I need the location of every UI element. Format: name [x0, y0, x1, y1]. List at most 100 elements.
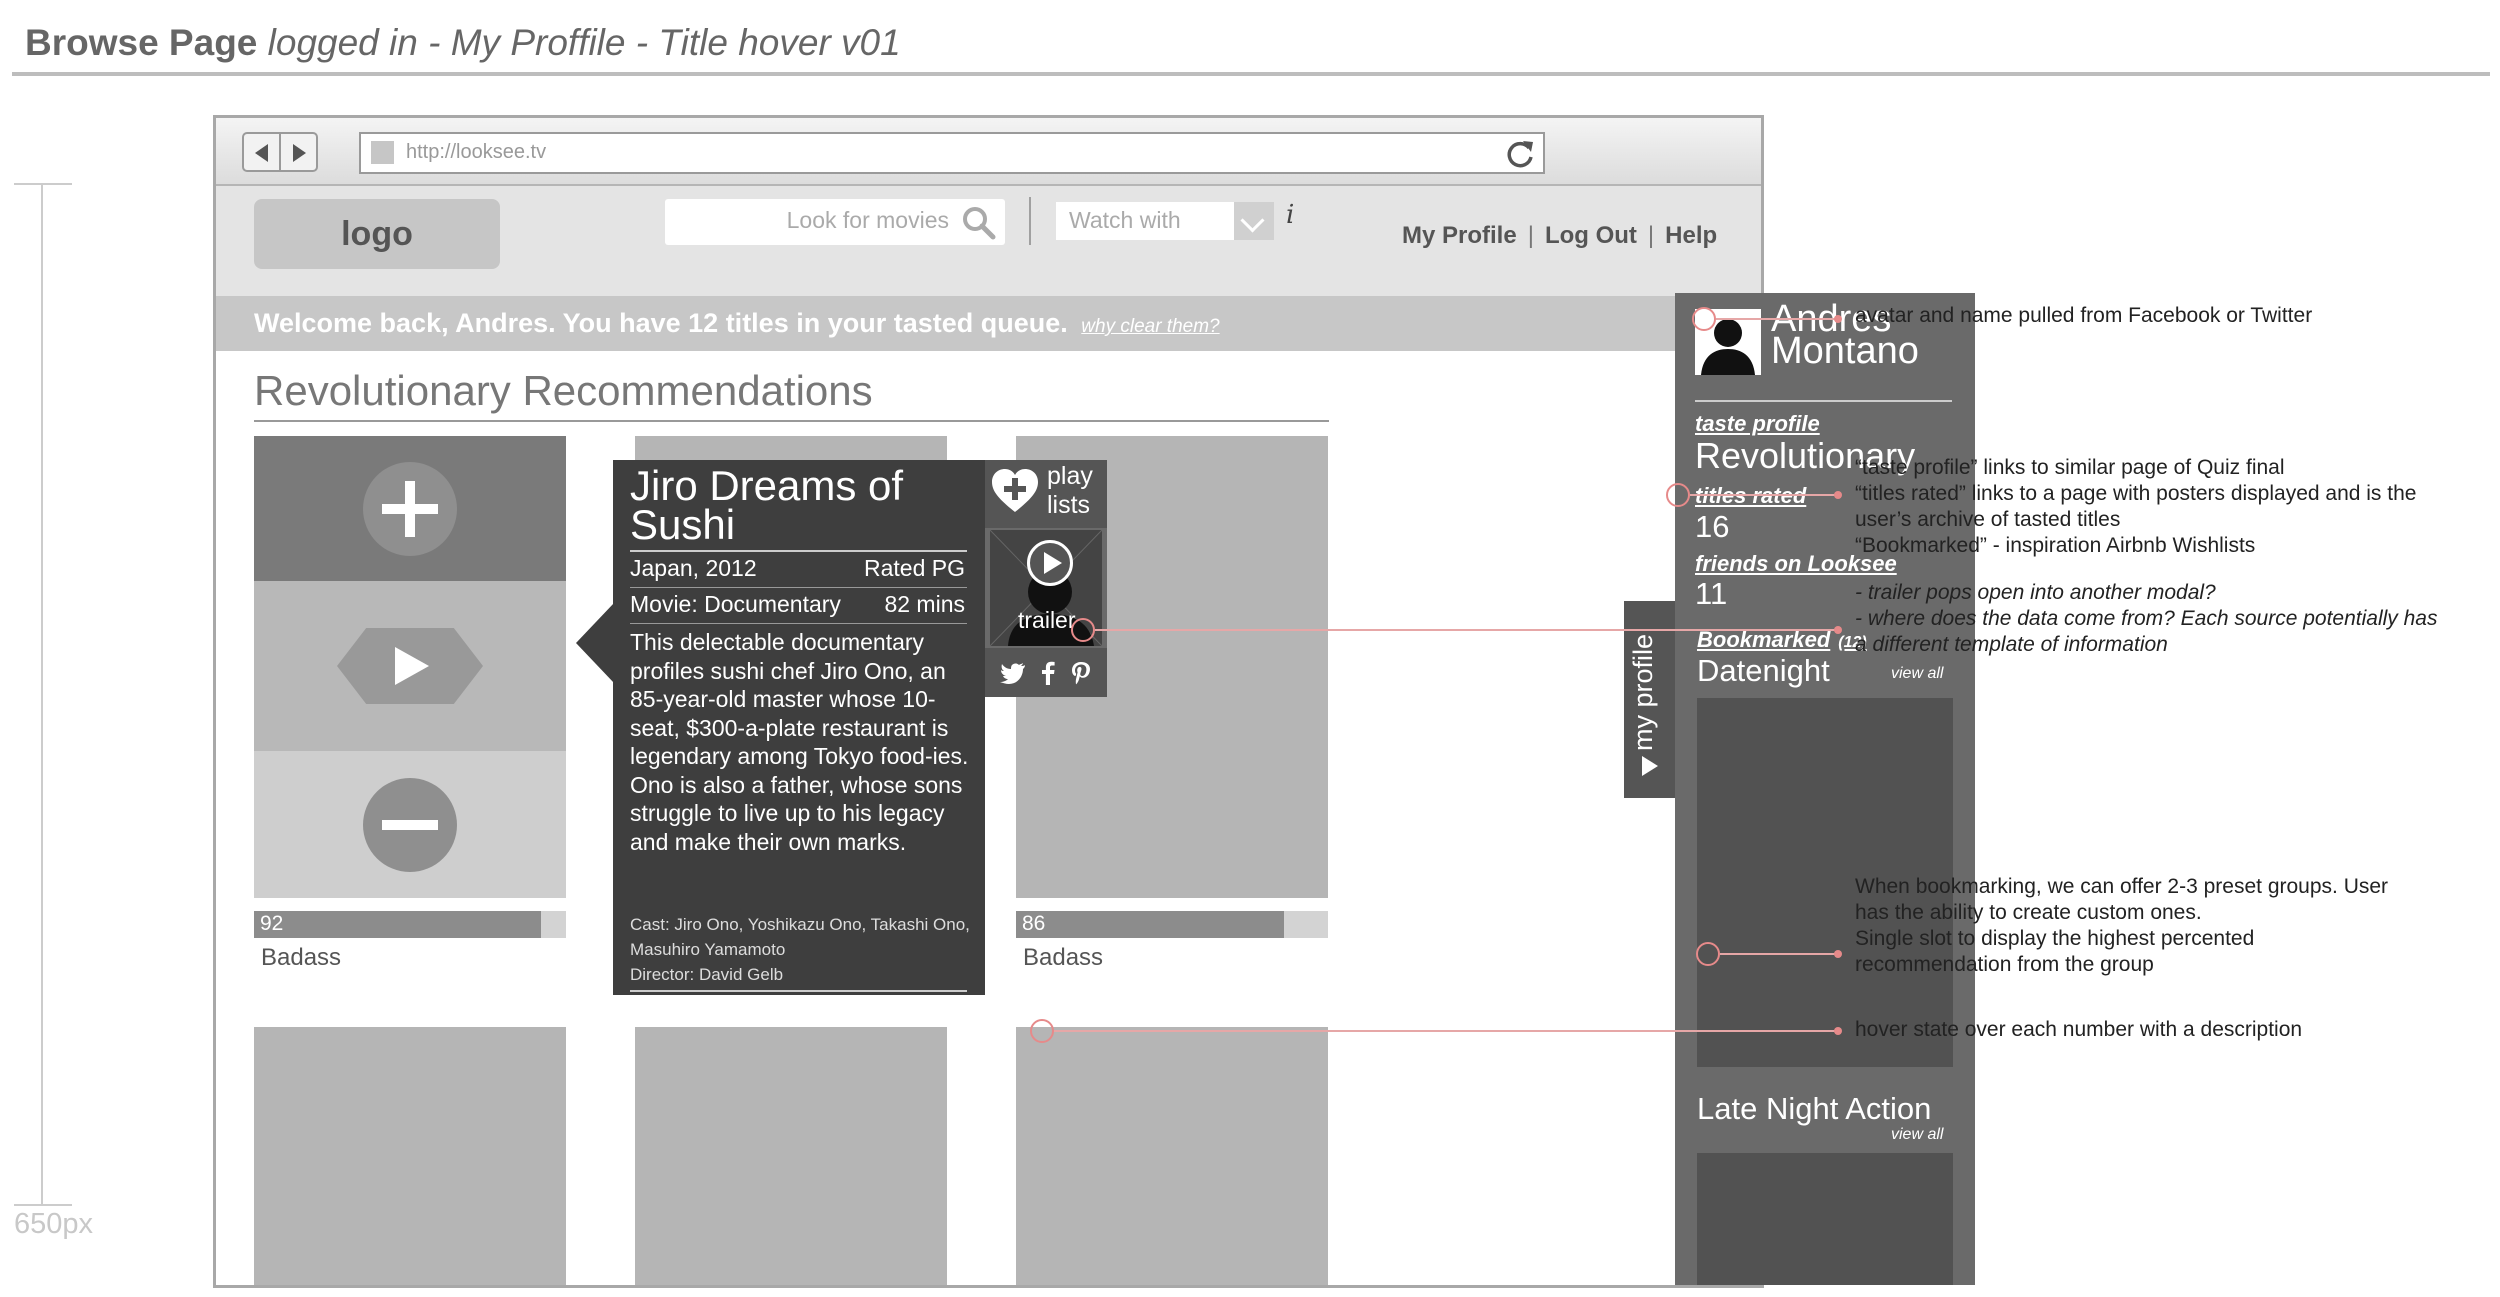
watch-with-label: Watch with [1069, 207, 1181, 233]
annotation-line [1054, 1030, 1836, 1032]
annotation-line-text: recommendation from the group [1855, 953, 2154, 976]
annotation-marker [1696, 942, 1720, 966]
search-input[interactable]: Look for movies [665, 199, 1005, 245]
popup-title[interactable]: Jiro Dreams of Sushi [630, 465, 930, 546]
bookmark-group-name[interactable]: Late Night Action [1697, 1091, 1931, 1127]
pinterest-icon[interactable] [1070, 661, 1092, 685]
annotation-line [1095, 629, 1836, 631]
my-profile-link[interactable]: My Profile [1402, 222, 1517, 250]
heart-plus-icon [992, 469, 1038, 512]
search-icon[interactable] [961, 205, 997, 241]
welcome-message: Welcome back, Andres. You have 12 titles… [254, 308, 1220, 339]
help-link[interactable]: Help [1665, 222, 1717, 250]
annotation-line [1690, 494, 1836, 496]
reload-icon[interactable] [1503, 138, 1537, 172]
view-all-link[interactable]: view all [1891, 665, 1943, 683]
watch-with-select[interactable]: Watch with [1056, 202, 1274, 240]
ruler-line [41, 183, 43, 1205]
search-placeholder: Look for movies [786, 207, 949, 233]
movie-card[interactable] [254, 436, 566, 898]
popup-description: This delectable documentary profiles sus… [630, 629, 969, 855]
popup-cast: Cast: Jiro Ono, Yoshikazu Ono, Takashi O… [630, 915, 970, 959]
play-icon [1027, 540, 1073, 586]
annotation-line-text: “taste profile” links to similar page of… [1855, 456, 2285, 479]
url-text: http://looksee.tv [406, 141, 547, 163]
score-fill [1016, 911, 1285, 938]
annotation-line-text: Single slot to display the highest perce… [1855, 927, 2255, 950]
page-title: Browse Page logged in - My Proffile - Ti… [25, 22, 901, 64]
popup-divider [630, 550, 967, 552]
taste-profile-link[interactable]: taste profile [1695, 411, 1820, 437]
annotation-bookmark: When bookmarking, we can offer 2-3 prese… [1855, 874, 2388, 978]
titles-rated-link[interactable]: titles rated [1695, 483, 1806, 509]
movie-card[interactable] [254, 1027, 566, 1285]
score-bar[interactable]: 86 [1016, 911, 1328, 938]
top-nav: My Profile | Log Out | Help [1402, 222, 1717, 250]
annotation-trailer: - trailer pops open into another modal? … [1855, 580, 2437, 658]
popup-credits: Cast: Jiro Ono, Yoshikazu Ono, Takashi O… [630, 912, 970, 987]
my-profile-tab-label: my profile [1628, 633, 1658, 751]
remove-title-button[interactable] [254, 751, 566, 898]
back-button[interactable] [242, 132, 281, 172]
site-header: logo Look for movies Watch with i My Pro… [216, 186, 1761, 296]
forward-button[interactable] [279, 132, 318, 172]
annotation-marker [1071, 618, 1095, 642]
annotation-dot [1834, 315, 1842, 323]
annotation-marker [1030, 1019, 1054, 1043]
popup-director: Director: David Gelb [630, 965, 784, 984]
score-label: Badass [261, 944, 342, 971]
ruler-top-tick [14, 183, 72, 185]
annotation-dot [1834, 491, 1842, 499]
annotation-line-text: - trailer pops open into another modal? [1855, 581, 2216, 604]
url-bar[interactable]: http://looksee.tv [359, 132, 1545, 174]
score-value: 86 [1022, 912, 1046, 935]
popup-divider [630, 587, 967, 588]
chevron-down-icon[interactable] [1234, 202, 1274, 240]
facebook-icon[interactable] [1041, 661, 1055, 685]
score-value: 92 [260, 912, 284, 935]
annotation-line-text: has the ability to create custom ones. [1855, 901, 2202, 924]
titles-rated-value[interactable]: 16 [1695, 509, 1729, 545]
movie-card[interactable] [1016, 1027, 1328, 1285]
score-bar[interactable]: 92 [254, 911, 566, 938]
annotation-line-text: - where does the data come from? Each so… [1855, 607, 2438, 630]
view-all-link[interactable]: view all [1891, 1126, 1943, 1144]
page-title-italic: logged in - My Proffile - Title hover v0… [267, 22, 901, 63]
log-out-link[interactable]: Log Out [1545, 222, 1637, 250]
add-to-playlist-button[interactable]: play lists [985, 460, 1107, 528]
site-logo[interactable]: logo [254, 199, 500, 269]
favicon-icon [371, 141, 394, 164]
friends-value[interactable]: 11 [1695, 576, 1727, 612]
annotation-dot [1834, 950, 1842, 958]
trailer-label: trailer [1018, 607, 1076, 633]
title-divider [12, 72, 2490, 76]
play-icon [337, 628, 483, 704]
plus-icon [363, 461, 457, 556]
annotation-dot [1834, 626, 1842, 634]
playlists-label: play lists [1047, 462, 1093, 519]
section-divider [254, 420, 1329, 422]
annotation-line-text: When bookmarking, we can offer 2-3 prese… [1855, 875, 2389, 898]
popup-rating: Rated PG [864, 555, 965, 581]
info-icon[interactable]: i [1286, 200, 1294, 230]
ruler-bottom-tick [14, 1204, 72, 1206]
popup-side-actions: play lists trailer [985, 460, 1107, 697]
annotation-marker [1692, 307, 1716, 331]
nav-separator: | [1647, 222, 1655, 249]
welcome-text: Welcome back, Andres. You have 12 titles… [254, 308, 1068, 338]
bookmark-group-slot[interactable] [1697, 1153, 1953, 1285]
minus-icon [363, 777, 457, 872]
twitter-icon[interactable] [1000, 662, 1026, 684]
movie-card[interactable] [635, 1027, 947, 1285]
popup-country-year: Japan, 2012 [630, 555, 757, 581]
add-title-button[interactable] [254, 436, 566, 581]
score-fill [254, 911, 542, 938]
profile-sidebar: Andres Montano taste profile Revolutiona… [1675, 293, 1975, 1285]
bookmark-group-name[interactable]: Datenight [1697, 653, 1830, 689]
annotation-line-text: user’s archive of tasted titles [1855, 508, 2121, 531]
clear-queue-link[interactable]: why clear them? [1081, 316, 1219, 337]
play-title-button[interactable] [254, 581, 566, 751]
welcome-bar: Welcome back, Andres. You have 12 titles… [216, 296, 1761, 351]
chevron-right-icon [1642, 756, 1658, 776]
page-title-bold: Browse Page [25, 22, 258, 63]
